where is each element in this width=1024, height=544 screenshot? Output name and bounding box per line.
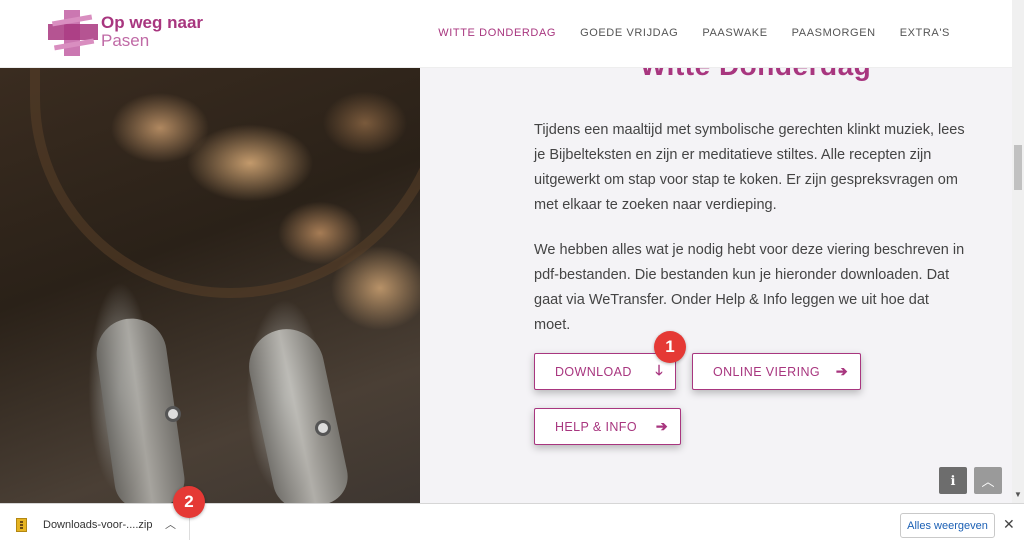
nav-paaswake[interactable]: PAASWAKE: [702, 27, 767, 39]
zip-file-icon: [16, 518, 27, 532]
nav-witte-donderdag[interactable]: WITTE DONDERDAG: [438, 27, 556, 39]
annotation-badge-2: 2: [173, 486, 205, 518]
fish-eye: [315, 420, 331, 436]
site-header: Op weg naar Pasen WITTE DONDERDAG GOEDE …: [0, 0, 1012, 68]
arrow-down-icon: 🡓: [655, 361, 663, 378]
nav-paasmorgen[interactable]: PAASMORGEN: [792, 27, 876, 39]
nav-extras[interactable]: EXTRA'S: [900, 27, 950, 39]
logo-cross-icon[interactable]: [48, 10, 98, 56]
download-filename[interactable]: Downloads-voor-....zip: [43, 519, 152, 531]
chevron-up-icon[interactable]: ︿: [974, 467, 1002, 494]
download-paragraph: We hebben alles wat je nodig hebt voor d…: [534, 242, 965, 333]
download-bar: Downloads-voor-....zip ︿ Alles weergeven…: [0, 503, 1024, 544]
basket-shape: [30, 68, 450, 298]
close-icon[interactable]: ✕: [1003, 516, 1015, 533]
annotation-badge-1: 1: [654, 331, 686, 363]
brand-line-1: Op weg naar: [101, 13, 204, 32]
scrollbar-thumb[interactable]: [1014, 145, 1022, 190]
download-button-label: DOWNLOAD: [555, 364, 632, 379]
brand-name[interactable]: Op weg naar Pasen: [101, 14, 203, 50]
intro-paragraph: Tijdens een maaltijd met symbolische ger…: [534, 122, 965, 213]
bread-fish-photo: [0, 68, 465, 503]
help-button-label: HELP & INFO: [555, 419, 637, 434]
scroll-down-icon[interactable]: ▼: [1014, 490, 1022, 499]
info-icon[interactable]: ℹ: [939, 467, 967, 494]
download-button[interactable]: DOWNLOAD 🡓: [534, 353, 676, 390]
help-info-button[interactable]: HELP & INFO ➔: [534, 408, 681, 445]
chevron-up-icon[interactable]: ︿: [165, 516, 176, 532]
fish-eye: [165, 406, 181, 422]
show-all-button[interactable]: Alles weergeven: [900, 513, 995, 538]
arrow-right-icon: ➔: [655, 418, 668, 434]
main-nav: WITTE DONDERDAG GOEDE VRIJDAG PAASWAKE P…: [438, 27, 950, 39]
fish-shape: [242, 322, 353, 503]
brand-line-2: Pasen: [101, 31, 150, 50]
online-button-label: ONLINE VIERING: [713, 364, 821, 379]
page-scrollbar[interactable]: ▼: [1012, 0, 1024, 503]
online-viering-button[interactable]: ONLINE VIERING ➔: [692, 353, 861, 390]
content-text: Tijdens een maaltijd met symbolische ger…: [534, 118, 966, 338]
nav-goede-vrijdag[interactable]: GOEDE VRIJDAG: [580, 27, 678, 39]
arrow-right-icon: ➔: [835, 363, 848, 379]
